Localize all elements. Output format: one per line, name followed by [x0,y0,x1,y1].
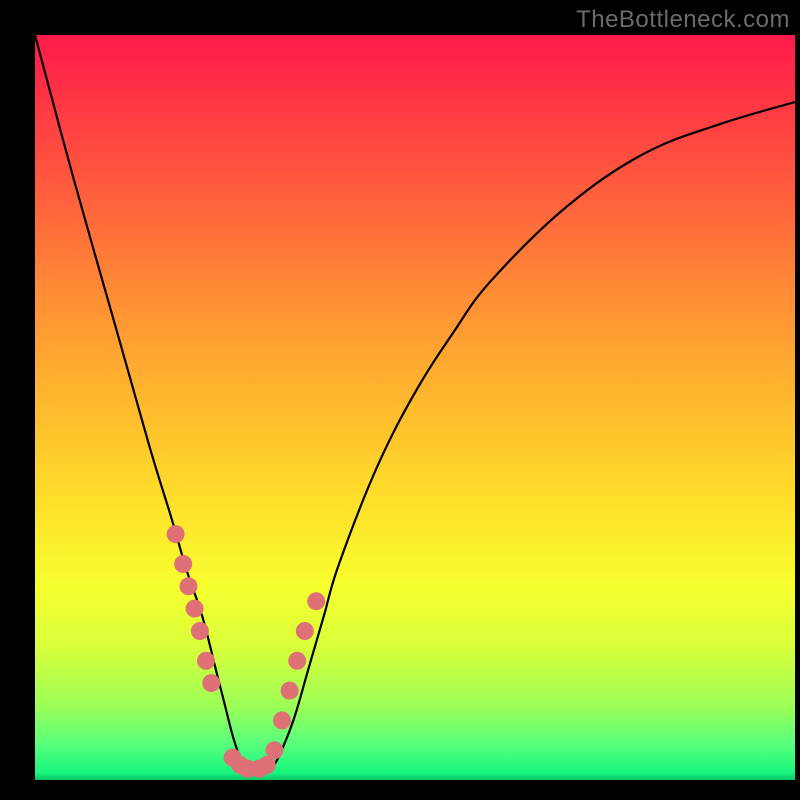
marker-point [307,592,325,610]
marker-point [174,555,192,573]
watermark-label: TheBottleneck.com [576,6,790,34]
marker-point [281,682,299,700]
bottleneck-curve [35,35,795,773]
marker-point [167,525,185,543]
plot-area [35,35,795,780]
marker-point [288,652,306,670]
marker-point [186,600,204,618]
chart-frame: TheBottleneck.com [0,0,800,800]
marker-point [296,622,314,640]
highlight-markers [167,525,326,778]
marker-point [202,674,220,692]
marker-point [273,711,291,729]
marker-point [180,577,198,595]
marker-point [197,652,215,670]
marker-point [265,741,283,759]
curve-svg [35,35,795,780]
marker-point [191,622,209,640]
